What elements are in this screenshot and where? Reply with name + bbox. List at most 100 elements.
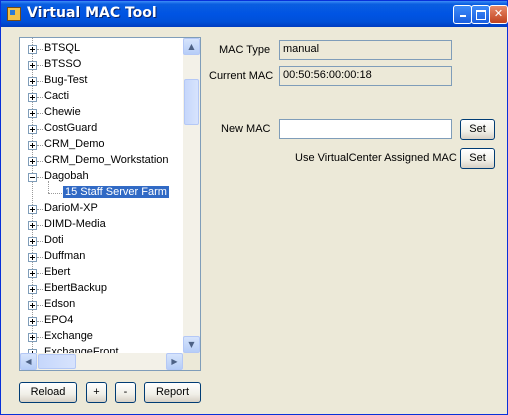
tree-branch-line <box>37 241 43 242</box>
minimize-button[interactable] <box>453 5 472 24</box>
tree-item-label[interactable]: Chewie <box>44 106 81 118</box>
tree-item[interactable]: Ebert <box>20 265 183 281</box>
expand-plus-icon[interactable] <box>28 333 37 342</box>
scrollbar-corner <box>183 353 200 370</box>
new-mac-label: New MAC <box>221 123 271 135</box>
tree-item-label[interactable]: DarioM-XP <box>44 202 98 214</box>
expand-plus-icon[interactable] <box>28 253 37 262</box>
vertical-scroll-thumb[interactable] <box>184 79 199 125</box>
tree-item[interactable]: EPO4 <box>20 313 183 329</box>
virtualcenter-mac-label: Use VirtualCenter Assigned MAC <box>295 152 457 164</box>
tree-item-label[interactable]: Ebert <box>44 266 70 278</box>
maximize-button[interactable] <box>471 5 490 24</box>
expand-plus-icon[interactable] <box>28 125 37 134</box>
set-new-mac-button[interactable]: Set <box>460 119 495 140</box>
tree-branch-line <box>37 321 43 322</box>
tree-branch-line <box>37 273 43 274</box>
tree-item-label[interactable]: Dagobah <box>44 170 89 182</box>
tree-child-line <box>48 181 49 193</box>
tree-item[interactable]: Chewie <box>20 105 183 121</box>
set-virtualcenter-mac-button[interactable]: Set <box>460 148 495 169</box>
tree-item-label[interactable]: Duffman <box>44 250 85 262</box>
mac-type-field: manual <box>279 40 452 60</box>
expand-plus-icon[interactable] <box>28 77 37 86</box>
tree-item-label[interactable]: CostGuard <box>44 122 97 134</box>
title-bar[interactable]: Virtual MAC Tool ✕ <box>1 1 508 27</box>
scroll-down-arrow-icon[interactable]: ▼ <box>183 336 200 353</box>
tree-item[interactable]: Doti <box>20 233 183 249</box>
app-icon <box>7 7 21 21</box>
tree-item-label[interactable]: Bug-Test <box>44 74 87 86</box>
tree-branch-line <box>37 97 43 98</box>
expand-plus-icon[interactable] <box>28 237 37 246</box>
tree-branch-line <box>37 129 43 130</box>
tree-item-label[interactable]: 15 Staff Server Farm <box>63 186 169 198</box>
expand-plus-icon[interactable] <box>28 157 37 166</box>
expand-plus-icon[interactable] <box>28 205 37 214</box>
tree-item[interactable]: BTSQL <box>20 41 183 57</box>
tree-item[interactable]: 15 Staff Server Farm <box>20 181 183 201</box>
tree-item[interactable]: CostGuard <box>20 121 183 137</box>
horizontal-scroll-thumb[interactable] <box>38 354 76 369</box>
report-button[interactable]: Report <box>144 382 201 403</box>
tree-item-label[interactable]: Cacti <box>44 90 69 102</box>
expand-plus-icon[interactable] <box>28 45 37 54</box>
tree-branch-line <box>37 257 43 258</box>
expand-plus-icon[interactable] <box>28 61 37 70</box>
tree-item-label[interactable]: Edson <box>44 298 75 310</box>
tree-item[interactable]: Exchange <box>20 329 183 345</box>
expand-plus-icon[interactable] <box>28 221 37 230</box>
tree-item[interactable]: Duffman <box>20 249 183 265</box>
tree-item[interactable]: BTSSO <box>20 57 183 73</box>
server-tree[interactable]: BTSQL BTSSO Bug-Test Cacti Chewie CostGuard CR… <box>19 37 201 371</box>
tree-item[interactable]: Cacti <box>20 89 183 105</box>
tree-branch-line <box>37 337 43 338</box>
minimize-icon <box>459 15 466 17</box>
tree-branch-line <box>37 145 43 146</box>
mac-type-label: MAC Type <box>219 44 271 56</box>
tree-item[interactable]: CRM_Demo <box>20 137 183 153</box>
reload-button[interactable]: Reload <box>19 382 77 403</box>
main-window: Virtual MAC Tool ✕ BTSQL BTSSO Bug-Test Cac… <box>0 0 508 415</box>
tree-item[interactable]: Dagobah <box>20 169 183 185</box>
collapse-minus-icon[interactable] <box>28 173 37 182</box>
tree-item-label[interactable]: BTSSO <box>44 58 81 70</box>
expand-plus-icon[interactable] <box>28 109 37 118</box>
tree-item[interactable]: EbertBackup <box>20 281 183 297</box>
tree-item-label[interactable]: BTSQL <box>44 42 80 54</box>
tree-item-label[interactable]: DIMD-Media <box>44 218 106 230</box>
scroll-up-arrow-icon[interactable]: ▲ <box>183 38 200 55</box>
tree-item-label[interactable]: EPO4 <box>44 314 73 326</box>
horizontal-scrollbar[interactable]: ◀ ▶ <box>20 353 183 370</box>
tree-item-label[interactable]: CRM_Demo_Workstation <box>44 154 169 166</box>
tree-item[interactable]: Bug-Test <box>20 73 183 89</box>
expand-plus-icon[interactable] <box>28 301 37 310</box>
scroll-right-arrow-icon[interactable]: ▶ <box>166 353 183 370</box>
expand-button[interactable]: + <box>86 382 107 403</box>
expand-plus-icon[interactable] <box>28 285 37 294</box>
new-mac-input[interactable] <box>279 119 452 139</box>
tree-item[interactable]: DarioM-XP <box>20 201 183 217</box>
current-mac-label: Current MAC <box>209 70 274 82</box>
tree-branch-line <box>37 65 43 66</box>
expand-plus-icon[interactable] <box>28 141 37 150</box>
tree-item-label[interactable]: EbertBackup <box>44 282 107 294</box>
current-mac-field: 00:50:56:00:00:18 <box>279 66 452 86</box>
tree-item-label[interactable]: Doti <box>44 234 64 246</box>
tree-branch-line <box>37 209 43 210</box>
vertical-scrollbar[interactable]: ▲ ▼ <box>183 38 200 353</box>
tree-item[interactable]: CRM_Demo_Workstation <box>20 153 183 169</box>
tree-item[interactable]: Edson <box>20 297 183 313</box>
tree-branch-line <box>37 49 43 50</box>
tree-item-label[interactable]: Exchange <box>44 330 93 342</box>
collapse-button[interactable]: - <box>115 382 136 403</box>
expand-plus-icon[interactable] <box>28 93 37 102</box>
maximize-icon <box>475 10 486 20</box>
tree-item-label[interactable]: CRM_Demo <box>44 138 105 150</box>
tree-item[interactable]: DIMD-Media <box>20 217 183 233</box>
expand-plus-icon[interactable] <box>28 317 37 326</box>
scroll-left-arrow-icon[interactable]: ◀ <box>20 353 37 370</box>
close-icon: ✕ <box>493 7 504 20</box>
expand-plus-icon[interactable] <box>28 269 37 278</box>
close-button[interactable]: ✕ <box>489 5 508 24</box>
